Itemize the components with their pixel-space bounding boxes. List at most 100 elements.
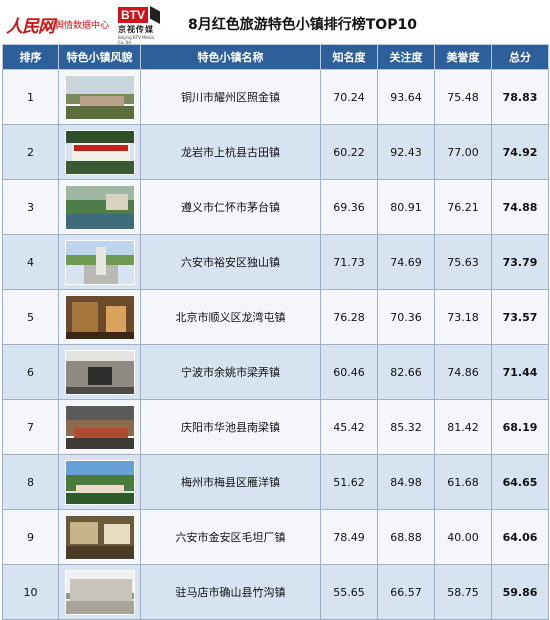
town-name-cell: 六安市金安区毛坦厂镇 [140, 509, 321, 565]
photo-cell [58, 509, 141, 565]
attention-cell: 66.57 [377, 564, 435, 620]
fame-cell: 78.49 [320, 509, 378, 565]
total-cell: 71.44 [491, 344, 549, 400]
table-row: 4 六安市裕安区独山镇 71.73 74.69 75.63 73.79 [2, 234, 549, 290]
town-photo [65, 129, 135, 175]
rank-cell: 10 [2, 564, 59, 620]
page-header: 人民网 舆情数据中心 BTV 京视传媒 Beijing BTV Media Co… [0, 0, 550, 46]
total-cell: 64.06 [491, 509, 549, 565]
attention-cell: 74.69 [377, 234, 435, 290]
people-daily-brand: 人民网 [6, 17, 55, 37]
total-cell: 78.83 [491, 69, 549, 125]
attention-cell: 70.36 [377, 289, 435, 345]
table-row: 1 铜川市耀州区照金镇 70.24 93.64 75.48 78.83 [2, 69, 549, 125]
table-row: 7 庆阳市华池县南梁镇 45.42 85.32 81.42 68.19 [2, 399, 549, 455]
town-photo [65, 349, 135, 395]
town-name-cell: 梅州市梅县区雁洋镇 [140, 454, 321, 510]
attention-cell: 80.91 [377, 179, 435, 235]
reputation-cell: 75.48 [434, 69, 492, 125]
fame-cell: 60.22 [320, 124, 378, 180]
photo-cell [58, 179, 141, 235]
town-name-cell: 宁波市余姚市梁弄镇 [140, 344, 321, 400]
total-cell: 68.19 [491, 399, 549, 455]
attention-cell: 68.88 [377, 509, 435, 565]
col-name: 特色小镇名称 [140, 44, 321, 70]
photo-cell [58, 289, 141, 345]
total-cell: 73.57 [491, 289, 549, 345]
photo-cell [58, 69, 141, 125]
reputation-cell: 61.68 [434, 454, 492, 510]
rank-cell: 2 [2, 124, 59, 180]
people-daily-sub: 舆情数据中心 [55, 21, 110, 31]
reputation-cell: 77.00 [434, 124, 492, 180]
rank-cell: 7 [2, 399, 59, 455]
town-photo [65, 74, 135, 120]
fame-cell: 45.42 [320, 399, 378, 455]
attention-cell: 93.64 [377, 69, 435, 125]
ranking-table: 排序 特色小镇风貌 特色小镇名称 知名度 关注度 美誉度 总分 1 铜川市耀州区… [2, 44, 549, 620]
photo-cell [58, 454, 141, 510]
reputation-cell: 76.21 [434, 179, 492, 235]
total-cell: 74.92 [491, 124, 549, 180]
photo-cell [58, 564, 141, 620]
attention-cell: 84.98 [377, 454, 435, 510]
col-attention: 关注度 [377, 44, 435, 70]
rank-cell: 1 [2, 69, 59, 125]
town-photo [65, 459, 135, 505]
total-cell: 73.79 [491, 234, 549, 290]
rank-cell: 5 [2, 289, 59, 345]
fame-cell: 55.65 [320, 564, 378, 620]
btv-logo: BTV 京视传媒 Beijing BTV Media Co.,ltd [118, 5, 164, 45]
reputation-cell: 81.42 [434, 399, 492, 455]
reputation-cell: 75.63 [434, 234, 492, 290]
rank-cell: 3 [2, 179, 59, 235]
fame-cell: 60.46 [320, 344, 378, 400]
btv-mark: BTV [118, 7, 148, 23]
town-photo [65, 184, 135, 230]
photo-cell [58, 344, 141, 400]
town-name-cell: 龙岩市上杭县古田镇 [140, 124, 321, 180]
town-name-cell: 驻马店市确山县竹沟镇 [140, 564, 321, 620]
total-cell: 74.88 [491, 179, 549, 235]
page-title: 8月红色旅游特色小镇排行榜TOP10 [188, 17, 417, 33]
town-name-cell: 六安市裕安区独山镇 [140, 234, 321, 290]
town-name-cell: 铜川市耀州区照金镇 [140, 69, 321, 125]
attention-cell: 82.66 [377, 344, 435, 400]
rank-cell: 4 [2, 234, 59, 290]
table-row: 9 六安市金安区毛坦厂镇 78.49 68.88 40.00 64.06 [2, 509, 549, 565]
rank-cell: 9 [2, 509, 59, 565]
fame-cell: 71.73 [320, 234, 378, 290]
fame-cell: 76.28 [320, 289, 378, 345]
town-photo [65, 239, 135, 285]
town-name-cell: 遵义市仁怀市茅台镇 [140, 179, 321, 235]
col-reputation: 美誉度 [434, 44, 492, 70]
table-row: 2 龙岩市上杭县古田镇 60.22 92.43 77.00 74.92 [2, 124, 549, 180]
town-photo [65, 514, 135, 560]
col-rank: 排序 [2, 44, 59, 70]
col-photo: 特色小镇风貌 [58, 44, 141, 70]
town-name-cell: 庆阳市华池县南梁镇 [140, 399, 321, 455]
attention-cell: 92.43 [377, 124, 435, 180]
fame-cell: 70.24 [320, 69, 378, 125]
rank-cell: 6 [2, 344, 59, 400]
table-row: 10 驻马店市确山县竹沟镇 55.65 66.57 58.75 59.86 [2, 564, 549, 620]
people-daily-logo: 人民网 舆情数据中心 [6, 8, 114, 38]
table-header-row: 排序 特色小镇风貌 特色小镇名称 知名度 关注度 美誉度 总分 [2, 44, 549, 70]
fame-cell: 51.62 [320, 454, 378, 510]
fame-cell: 69.36 [320, 179, 378, 235]
ranking-page: 人民网 舆情数据中心 BTV 京视传媒 Beijing BTV Media Co… [0, 0, 550, 620]
reputation-cell: 58.75 [434, 564, 492, 620]
btv-flag-icon [150, 6, 160, 24]
reputation-cell: 40.00 [434, 509, 492, 565]
photo-cell [58, 124, 141, 180]
reputation-cell: 73.18 [434, 289, 492, 345]
table-row: 5 北京市顺义区龙湾屯镇 76.28 70.36 73.18 73.57 [2, 289, 549, 345]
town-photo [65, 569, 135, 615]
total-cell: 64.65 [491, 454, 549, 510]
total-cell: 59.86 [491, 564, 549, 620]
table-row: 6 宁波市余姚市梁弄镇 60.46 82.66 74.86 71.44 [2, 344, 549, 400]
reputation-cell: 74.86 [434, 344, 492, 400]
attention-cell: 85.32 [377, 399, 435, 455]
col-fame: 知名度 [320, 44, 378, 70]
town-photo [65, 404, 135, 450]
